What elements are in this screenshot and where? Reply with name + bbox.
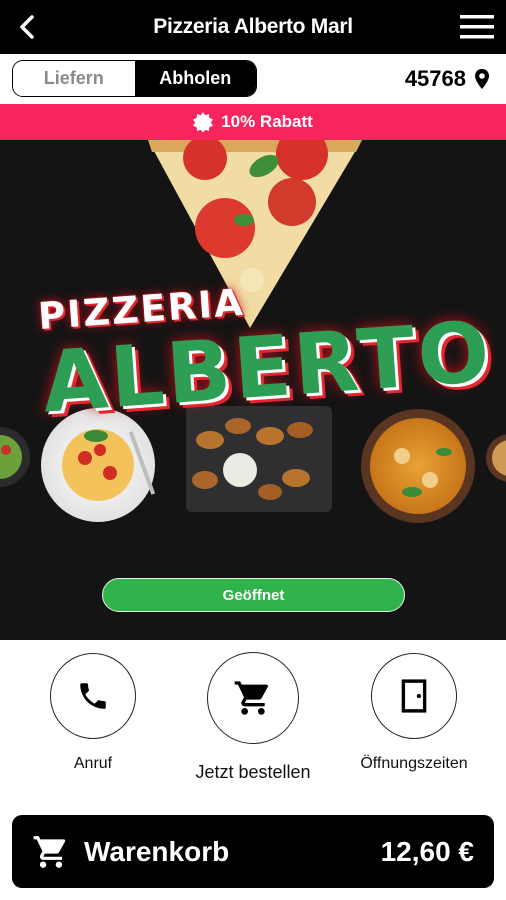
chicken-wings-image (186, 406, 332, 512)
discount-label: 10% Rabatt (221, 112, 313, 131)
hamburger-menu-icon[interactable] (460, 14, 494, 40)
zip-code-selector[interactable]: 45768 (405, 60, 490, 97)
open-status-button[interactable]: Geöffnet (102, 578, 405, 612)
curry-bowl-image (361, 409, 475, 523)
call-action: Anruf (23, 653, 163, 773)
mode-row: Liefern Abholen 45768 (0, 54, 506, 104)
salad-plate-image (0, 427, 30, 487)
location-pin-icon (475, 68, 489, 89)
zip-code: 45768 (404, 65, 466, 91)
back-arrow-icon[interactable] (14, 13, 42, 41)
hero-banner: PIZZERIA ALBERTO Geöffnet (0, 140, 506, 640)
order-action: Jetzt bestellen (183, 652, 323, 783)
opening-hours-label: Öffnungszeiten (360, 755, 468, 772)
phone-icon (80, 683, 106, 709)
toggle-option-pickup[interactable]: Abholen (134, 61, 256, 96)
opening-hours-button[interactable] (371, 653, 457, 739)
shopping-cart-icon (234, 681, 268, 715)
page-title: Pizzeria Alberto Marl (153, 15, 353, 38)
door-icon (401, 679, 427, 713)
call-button[interactable] (50, 653, 136, 739)
cart-icon (33, 836, 66, 868)
cart-button[interactable]: Warenkorb 12,60 € (12, 815, 494, 888)
toggle-option-delivery[interactable]: Liefern (13, 61, 135, 96)
delivery-mode-toggle: Liefern Abholen (12, 60, 257, 97)
app-header: Pizzeria Alberto Marl (0, 0, 506, 54)
opening-hours-action: Öffnungszeiten (344, 653, 484, 773)
cart-total: 12,60 € (380, 836, 474, 867)
order-now-button[interactable] (207, 652, 299, 744)
call-label: Anruf (73, 755, 113, 772)
cart-label: Warenkorb (84, 836, 230, 867)
badge-icon (193, 112, 214, 132)
order-now-label: Jetzt bestellen (195, 762, 311, 782)
partial-dish-image (486, 434, 506, 482)
discount-banner[interactable]: 10% Rabatt (0, 104, 506, 140)
